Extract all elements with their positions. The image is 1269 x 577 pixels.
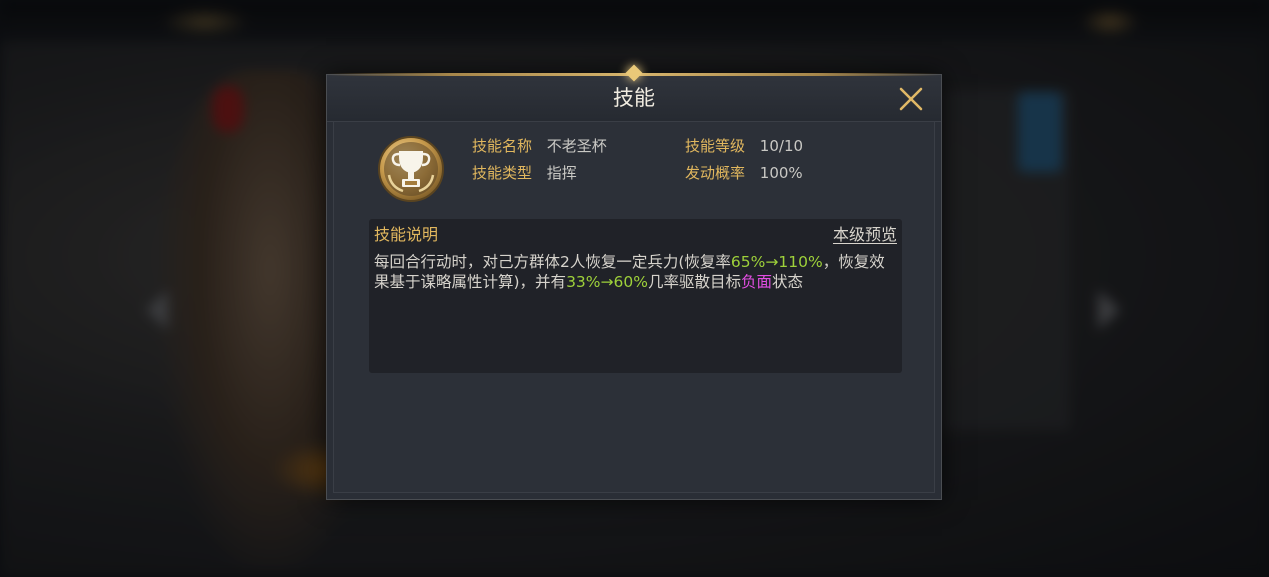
skill-level-value: 10/10: [759, 137, 804, 155]
trophy-cup-icon: [377, 135, 445, 203]
skill-chance-row: 发动概率 100%: [685, 163, 803, 183]
description-text-part: 每回合行动时，对己方群体2人恢复一定兵力(恢复率: [374, 253, 731, 271]
dialog-title-bar: 技能: [327, 75, 941, 122]
skill-type-label: 技能类型: [472, 164, 533, 182]
skill-chance-label: 发动概率: [685, 164, 746, 182]
skill-name-row: 技能名称 不老圣杯: [472, 136, 607, 156]
dispel-chance-highlight: 33%→60%: [566, 273, 648, 291]
description-text-part: 状态: [771, 273, 803, 291]
skill-name-value: 不老圣杯: [546, 137, 607, 155]
description-text-part: 几率驱散目标: [647, 273, 741, 291]
heal-rate-highlight: 65%→110%: [730, 253, 823, 271]
game-screen: 技能 技能名称 不老圣杯 技能类型 指挥 技能等级 10/10 发动概率 100…: [0, 0, 1269, 577]
skill-level-row: 技能等级 10/10: [685, 136, 803, 156]
close-x-icon: [899, 87, 923, 111]
description-title: 技能说明: [374, 225, 439, 244]
skill-dialog: 技能 技能名称 不老圣杯 技能类型 指挥 技能等级 10/10 发动概率 100…: [326, 64, 942, 500]
skill-level-label: 技能等级: [685, 137, 746, 155]
dialog-body: 技能名称 不老圣杯 技能类型 指挥 技能等级 10/10 发动概率 100% 技…: [333, 121, 935, 493]
skill-type-value: 指挥: [546, 164, 577, 182]
current-level-preview-link[interactable]: 本级预览: [833, 225, 897, 245]
skill-chance-value: 100%: [759, 164, 803, 182]
dialog-title: 技能: [613, 86, 655, 110]
skill-name-label: 技能名称: [472, 137, 533, 155]
description-text: 每回合行动时，对己方群体2人恢复一定兵力(恢复率65%→110%，恢复效果基于谋…: [374, 252, 898, 292]
skill-type-row: 技能类型 指挥: [472, 163, 577, 183]
negative-status-highlight: 负面: [740, 273, 772, 291]
skill-description-panel: 技能说明 本级预览 每回合行动时，对己方群体2人恢复一定兵力(恢复率65%→11…: [369, 219, 902, 373]
close-button[interactable]: [897, 85, 925, 113]
